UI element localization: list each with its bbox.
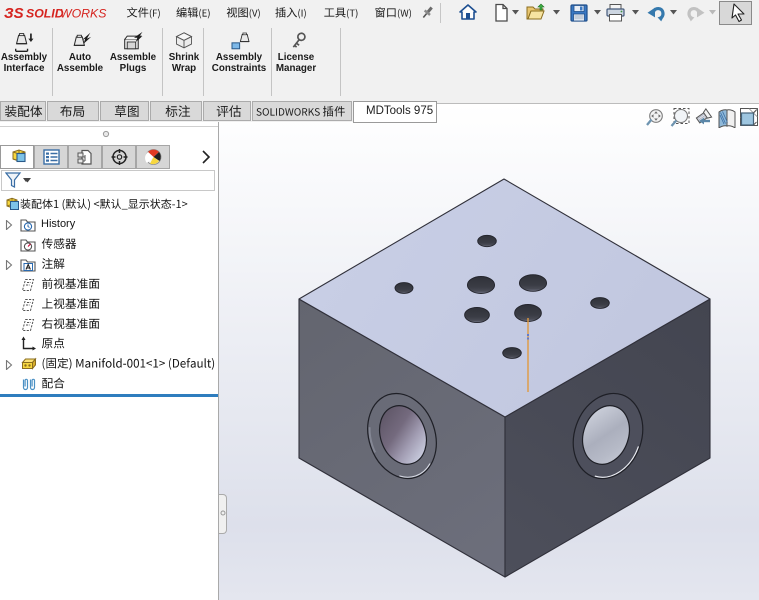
svg-text:WORKS: WORKS <box>60 7 107 21</box>
svg-text:SOLID: SOLID <box>26 7 64 21</box>
svg-text:ЗS: ЗS <box>4 5 24 22</box>
